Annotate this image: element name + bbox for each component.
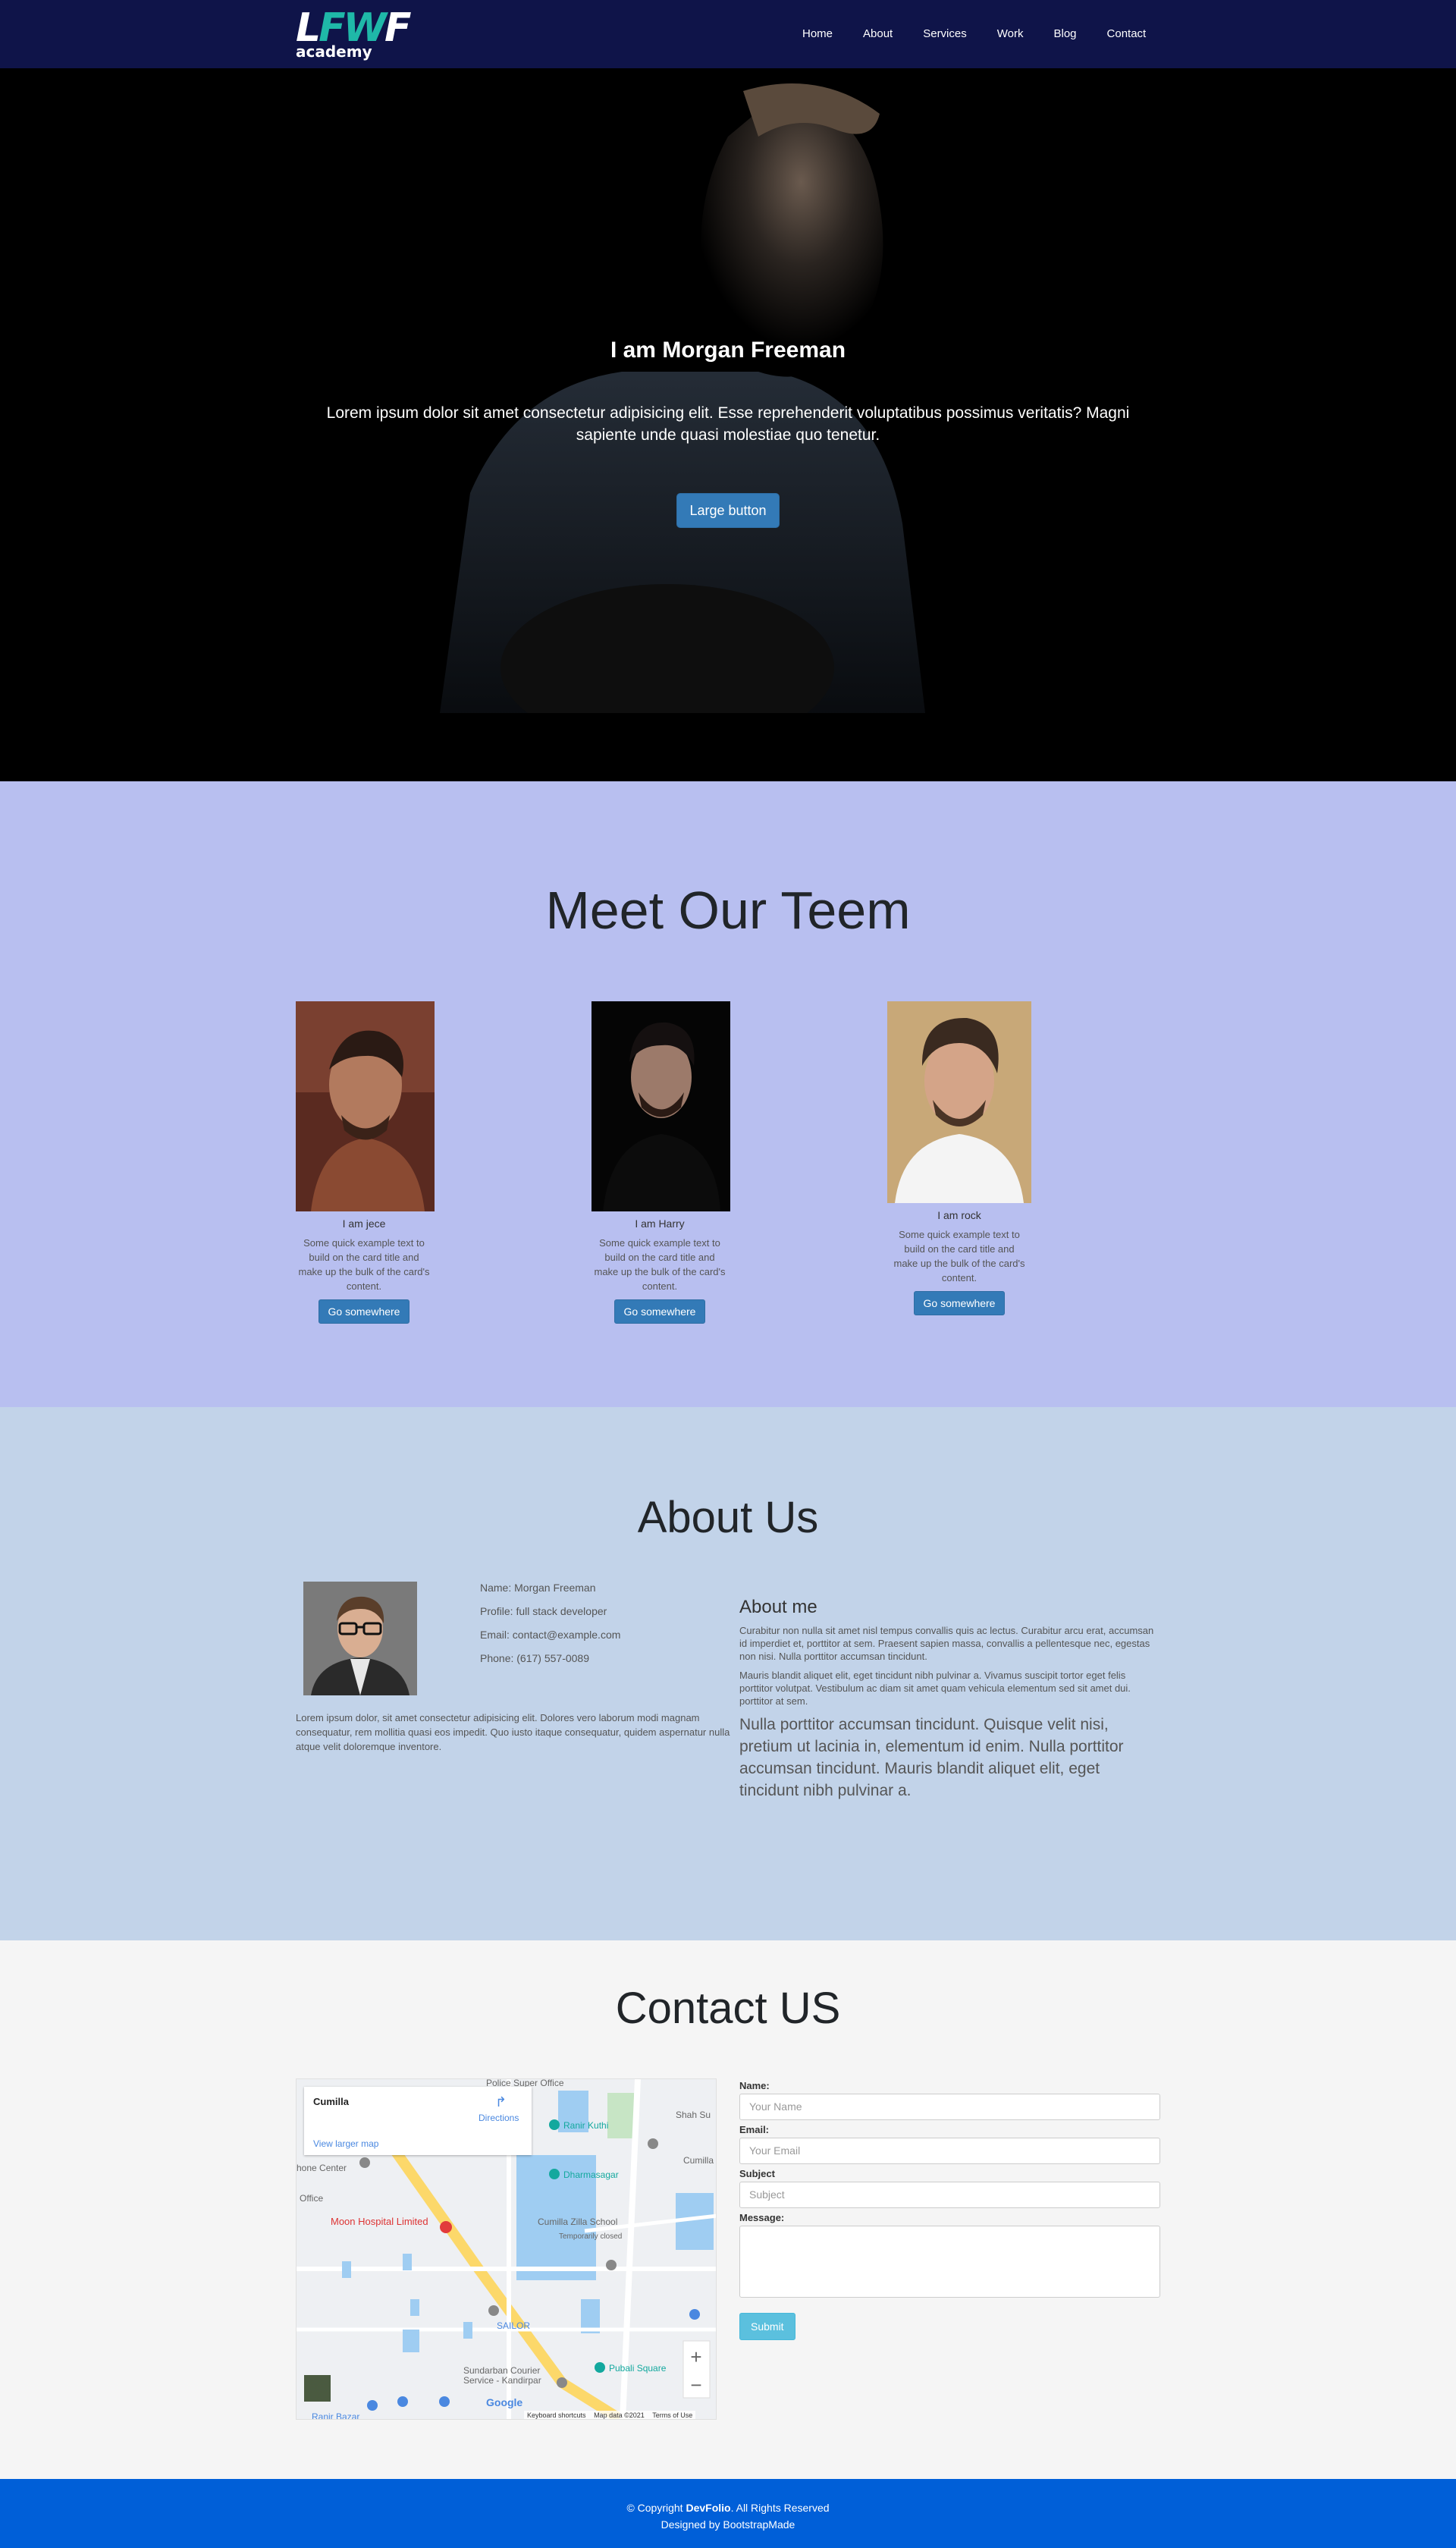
team-text-jece: Some quick example text to build on the … xyxy=(298,1237,430,1292)
map-label: Ranir Bazar xyxy=(312,2411,360,2420)
team-card-rock: I am rock Some quick example text to bui… xyxy=(887,1001,1031,1315)
map-label: Ranir Kuthi xyxy=(563,2120,609,2131)
team-button-jece[interactable]: Go somewhere xyxy=(318,1299,410,1324)
team-text-rock: Some quick example text to build on the … xyxy=(893,1229,1025,1283)
email-field[interactable]: Your Email xyxy=(739,2138,1160,2164)
map-terms[interactable]: Terms of Use xyxy=(652,2411,692,2419)
map-data: Map data ©2021 xyxy=(594,2411,645,2419)
subject-field[interactable]: Subject xyxy=(739,2182,1160,2208)
logo[interactable]: LFWF academy xyxy=(296,5,412,61)
svg-text:+: + xyxy=(690,2345,701,2368)
team-title: Meet Our Teem xyxy=(545,881,911,940)
map-label: Moon Hospital Limited xyxy=(331,2216,428,2227)
team-name-jece: I am jece xyxy=(342,1217,386,1230)
map-place-name: Cumilla xyxy=(313,2096,349,2107)
footer: © Copyright DevFolio. All Rights Reserve… xyxy=(0,2479,1456,2548)
map-keyboard-shortcuts[interactable]: Keyboard shortcuts xyxy=(527,2411,586,2419)
name-label: Name: xyxy=(739,2080,770,2091)
logo-subtitle: academy xyxy=(296,42,372,61)
team-button-harry[interactable]: Go somewhere xyxy=(613,1299,706,1324)
team-photo-harry xyxy=(592,1001,730,1211)
nav-link-about[interactable]: About xyxy=(863,27,893,40)
map-label: SAILOR xyxy=(497,2320,531,2331)
about-me-paragraph-2: Mauris blandit aliquet elit, eget tincid… xyxy=(739,1670,1131,1707)
team-name-harry: I am Harry xyxy=(635,1217,685,1230)
subject-label: Subject xyxy=(739,2168,775,2179)
hero-large-button[interactable]: Large button xyxy=(676,493,780,528)
map-label: Sundarban Courier Service - Kandirpar xyxy=(463,2365,541,2386)
nav-menu: Home About Services Work Blog Contact xyxy=(802,27,1176,40)
map-label: Cumilla xyxy=(683,2155,714,2166)
contact-section: Contact US + − Police Super Office Ranir… xyxy=(0,1940,1456,2479)
nav-link-services[interactable]: Services xyxy=(923,27,967,40)
message-field[interactable] xyxy=(739,2226,1160,2298)
contact-form: Name: Your Name Email: Your Email Subjec… xyxy=(739,2078,1160,2340)
map-label: Office xyxy=(300,2193,324,2204)
footer-copyright: © Copyright DevFolio. All Rights Reserve… xyxy=(626,2502,830,2514)
map-label: Shah Su xyxy=(676,2110,711,2120)
about-profile: Profile: full stack developer xyxy=(480,1605,607,1617)
map-label: Dharmasagar xyxy=(563,2169,619,2180)
about-profile-photo xyxy=(303,1582,417,1695)
map-info-card: Cumilla ↱ Directions View larger map xyxy=(304,2087,532,2155)
about-lorem: Lorem ipsum dolor, sit amet consectetur … xyxy=(296,1712,730,1752)
hero-section: I am Morgan Freeman Lorem ipsum dolor si… xyxy=(0,68,1456,781)
hero-background-photo xyxy=(349,68,1031,713)
message-label: Message: xyxy=(739,2212,785,2223)
about-name: Name: Morgan Freeman xyxy=(480,1582,596,1594)
about-me-paragraph-1: Curabitur non nulla sit amet nisl tempus… xyxy=(739,1625,1154,1662)
team-text-harry: Some quick example text to build on the … xyxy=(594,1237,726,1292)
logo-mark: LFWF xyxy=(296,5,412,51)
about-info-list: Name: Morgan Freeman Profile: full stack… xyxy=(480,1582,620,1676)
google-logo: Google xyxy=(486,2396,523,2408)
nav-link-home[interactable]: Home xyxy=(802,27,833,40)
about-title: About Us xyxy=(637,1493,819,1542)
map-label: hone Center xyxy=(297,2163,347,2173)
about-section: About Us Name: Morgan Freeman Profile: f… xyxy=(0,1407,1456,1940)
google-map[interactable]: + − Police Super Office Ranir Kuthi Shah… xyxy=(296,2078,717,2420)
hero-title: I am Morgan Freeman xyxy=(610,338,846,363)
team-section: Meet Our Teem I am jece Some quick examp… xyxy=(0,781,1456,1407)
directions-icon[interactable]: ↱ xyxy=(495,2094,507,2110)
email-label: Email: xyxy=(739,2124,770,2135)
team-photo-rock xyxy=(887,1001,1031,1203)
about-email: Email: contact@example.com xyxy=(480,1629,621,1641)
navbar: LFWF academy Home About Services Work Bl… xyxy=(0,0,1456,68)
map-footer: Keyboard shortcuts Map data ©2021 Terms … xyxy=(524,2411,696,2419)
map-label: Pubali Square xyxy=(609,2363,667,2374)
about-phone: Phone: (617) 557-0089 xyxy=(480,1652,589,1664)
svg-text:−: − xyxy=(690,2374,701,2396)
team-button-rock[interactable]: Go somewhere xyxy=(913,1291,1006,1315)
map-label: Temporarily closed xyxy=(559,2232,623,2241)
map-directions-link[interactable]: Directions xyxy=(479,2113,519,2123)
footer-brand[interactable]: DevFolio xyxy=(686,2502,730,2514)
nav-link-work[interactable]: Work xyxy=(997,27,1024,40)
about-me-title: About me xyxy=(739,1597,817,1617)
map-label: Cumilla Zilla School xyxy=(538,2217,618,2227)
nav-link-contact[interactable]: Contact xyxy=(1107,27,1147,40)
about-me: About me Curabitur non nulla sit amet ni… xyxy=(739,1597,1160,1802)
contact-title: Contact US xyxy=(615,1984,841,2033)
team-name-rock: I am rock xyxy=(937,1209,981,1221)
team-card-harry: I am Harry Some quick example text to bu… xyxy=(592,1001,730,1324)
name-field[interactable]: Your Name xyxy=(739,2094,1160,2120)
hero-text: Lorem ipsum dolor sit amet consectetur a… xyxy=(326,404,1130,444)
team-card-jece: I am jece Some quick example text to bui… xyxy=(296,1001,435,1324)
team-photo-jece xyxy=(296,1001,435,1211)
submit-button[interactable]: Submit xyxy=(739,2313,795,2340)
map-larger-link[interactable]: View larger map xyxy=(313,2138,378,2149)
about-me-lead: Nulla porttitor accumsan tincidunt. Quis… xyxy=(739,1716,1124,1799)
nav-link-blog[interactable]: Blog xyxy=(1053,27,1076,40)
footer-designed-by[interactable]: Designed by BootstrapMade xyxy=(0,2518,1456,2531)
